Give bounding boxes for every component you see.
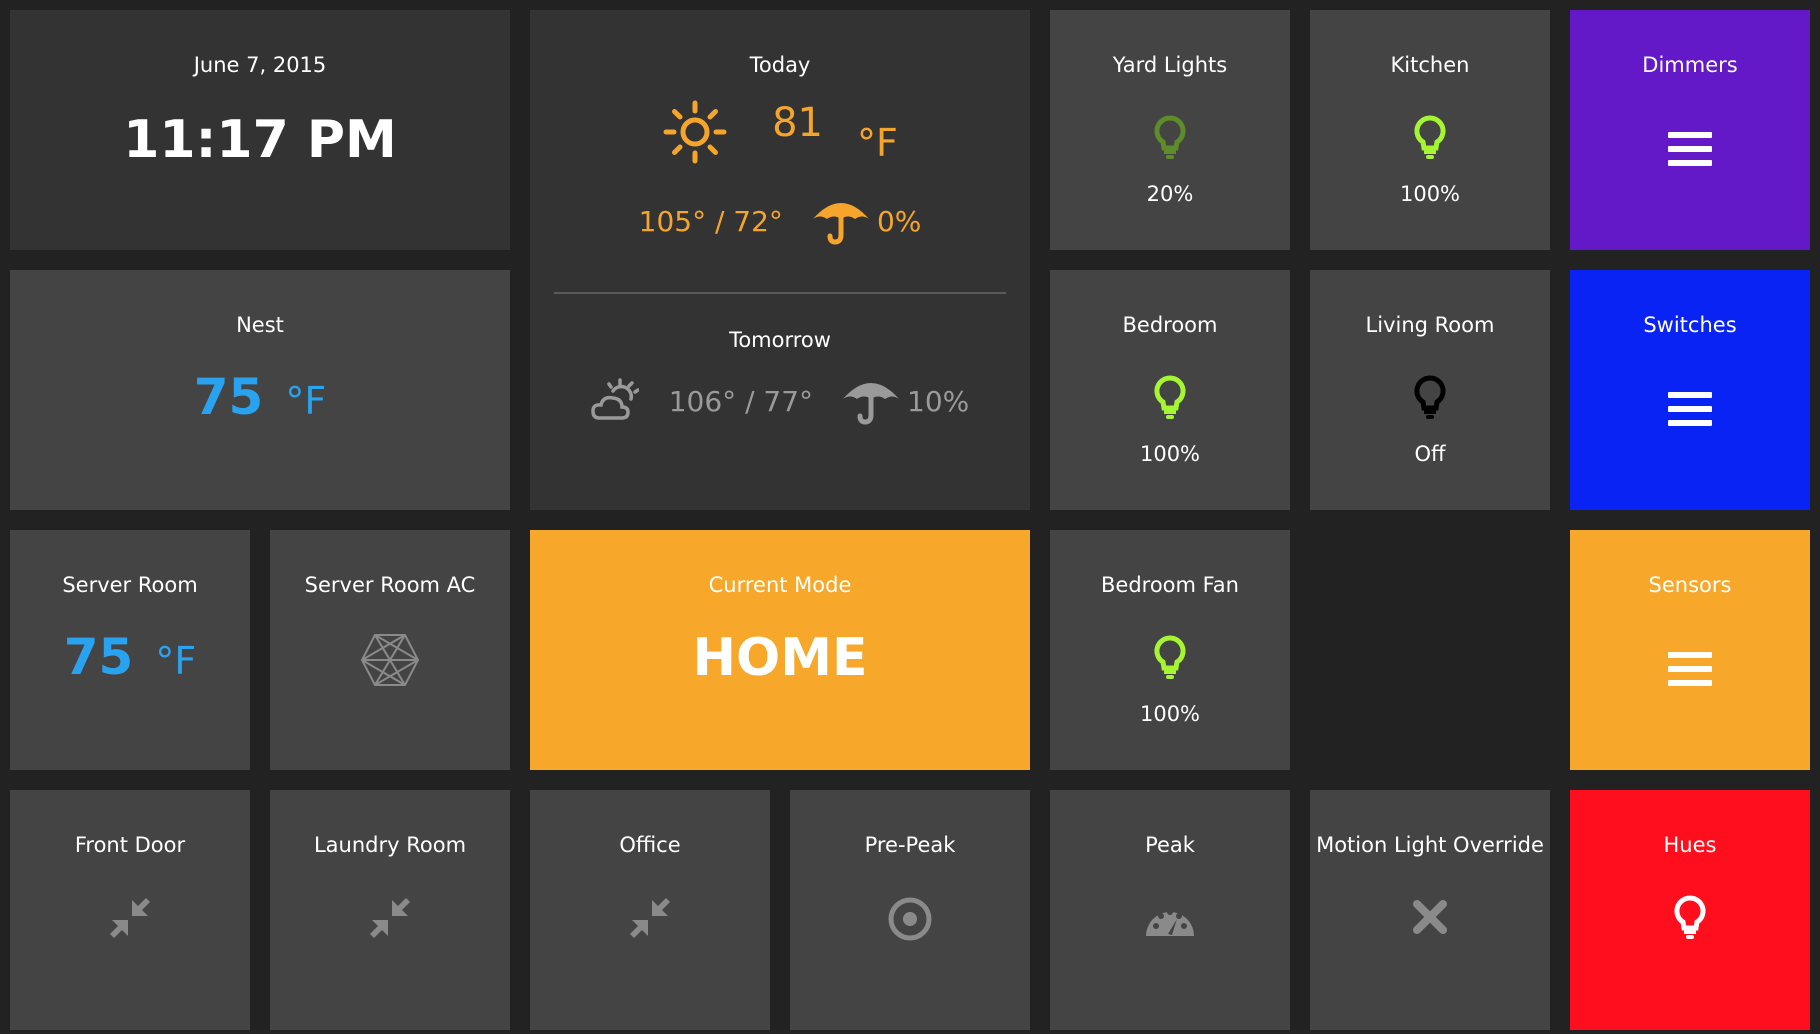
nest-title: Nest [236,313,284,337]
light-level: 20% [1146,182,1194,206]
nest-temperature: 75 °F [10,368,510,426]
pre-peak-tile[interactable]: Pre-Peak [790,790,1030,1030]
menu-icon [1570,132,1810,166]
nest-tile[interactable]: Nest 75 °F [10,270,510,510]
lightbulb-icon [1310,115,1550,161]
light-name: Yard Lights [1112,53,1228,77]
umbrella-icon [843,383,900,425]
umbrella-icon [812,203,869,245]
weather-tile: Today 81 °F 105° / 72° 0% Tomorrow 106° … [530,10,1030,510]
server-room-temp-value: 75 [63,628,134,686]
current-mode-title: Current Mode [708,573,852,597]
light-tile-bedroom[interactable]: Bedroom 100% [1050,270,1290,510]
light-tile-yard-lights[interactable]: Yard Lights 20% [1050,10,1290,250]
lightbulb-icon [1050,115,1290,161]
light-level: 100% [1139,702,1201,726]
clock-tile: June 7, 2015 11:17 PM [10,10,510,250]
weather-today-unit: °F [857,121,898,165]
light-tile-living-room[interactable]: Living Room Off [1310,270,1550,510]
front-door-tile[interactable]: Front Door [10,790,250,1030]
lightbulb-icon [1050,635,1290,681]
close-icon [1310,898,1550,936]
server-room-title: Server Room [62,573,198,597]
weather-today-row: 81 °F [530,92,1030,172]
hexagon-icon [270,632,510,688]
weather-today-precip: 0% [876,204,922,238]
sun-icon [663,100,727,164]
compress-arrows-icon [530,896,770,940]
server-room-temp-unit: °F [155,639,197,683]
server-room-ac-tile[interactable]: Server Room AC [270,530,510,770]
light-tile-kitchen[interactable]: Kitchen 100% [1310,10,1550,250]
partly-cloudy-icon [590,378,639,420]
weather-tomorrow-precip: 10% [907,384,970,418]
light-name: Living Room [1365,313,1495,337]
light-tile-bedroom-fan[interactable]: Bedroom Fan 100% [1050,530,1290,770]
menu-icon [1570,392,1810,426]
weather-tomorrow-row: 106° / 77° 10% [530,374,1030,428]
server-room-tile[interactable]: Server Room 75 °F [10,530,250,770]
weather-today-details: 105° / 72° 0% [530,196,1030,246]
laundry-room-tile[interactable]: Laundry Room [270,790,510,1030]
sensors-menu-tile[interactable]: Sensors [1570,530,1810,770]
server-room-temperature: 75 °F [10,628,250,686]
office-tile[interactable]: Office [530,790,770,1030]
lightbulb-icon [1570,895,1810,941]
dimmers-label: Dimmers [1642,53,1738,77]
light-level: 100% [1139,442,1201,466]
lightbulb-icon [1050,375,1290,421]
compress-arrows-icon [10,896,250,940]
hues-menu-tile[interactable]: Hues [1570,790,1810,1030]
clock-date: June 7, 2015 [193,53,327,77]
current-mode-value: HOME [692,628,868,688]
switches-menu-tile[interactable]: Switches [1570,270,1810,510]
motion-light-override-title: Motion Light Override [1316,833,1544,857]
pre-peak-title: Pre-Peak [864,833,956,857]
laundry-room-title: Laundry Room [313,833,467,857]
switches-label: Switches [1643,313,1737,337]
light-name: Bedroom [1122,313,1218,337]
dimmers-menu-tile[interactable]: Dimmers [1570,10,1810,250]
office-title: Office [619,833,681,857]
weather-divider [554,292,1006,294]
weather-today-temp: 81 [772,100,824,146]
light-level: 100% [1399,182,1461,206]
weather-today-label: Today [749,53,811,77]
server-room-ac-title: Server Room AC [304,573,476,597]
light-level: Off [1414,442,1446,466]
dashboard-icon [1050,898,1290,938]
compress-arrows-icon [270,896,510,940]
light-name: Bedroom Fan [1101,573,1239,597]
hues-label: Hues [1663,833,1717,857]
motion-light-override-tile[interactable]: Motion Light Override [1310,790,1550,1030]
peak-title: Peak [1145,833,1195,857]
clock-time: 11:17 PM [123,110,397,170]
nest-temp-unit: °F [285,379,327,423]
nest-temp-value: 75 [193,368,264,426]
menu-icon [1570,652,1810,686]
target-icon [790,896,1030,942]
front-door-title: Front Door [74,833,186,857]
sensors-label: Sensors [1648,573,1732,597]
weather-tomorrow-hilo: 106° / 77° [668,384,814,418]
peak-tile[interactable]: Peak [1050,790,1290,1030]
lightbulb-icon [1310,375,1550,421]
light-name: Kitchen [1390,53,1470,77]
current-mode-tile[interactable]: Current Mode HOME [530,530,1030,770]
weather-tomorrow-label: Tomorrow [729,328,831,352]
weather-today-hilo: 105° / 72° [638,204,783,238]
